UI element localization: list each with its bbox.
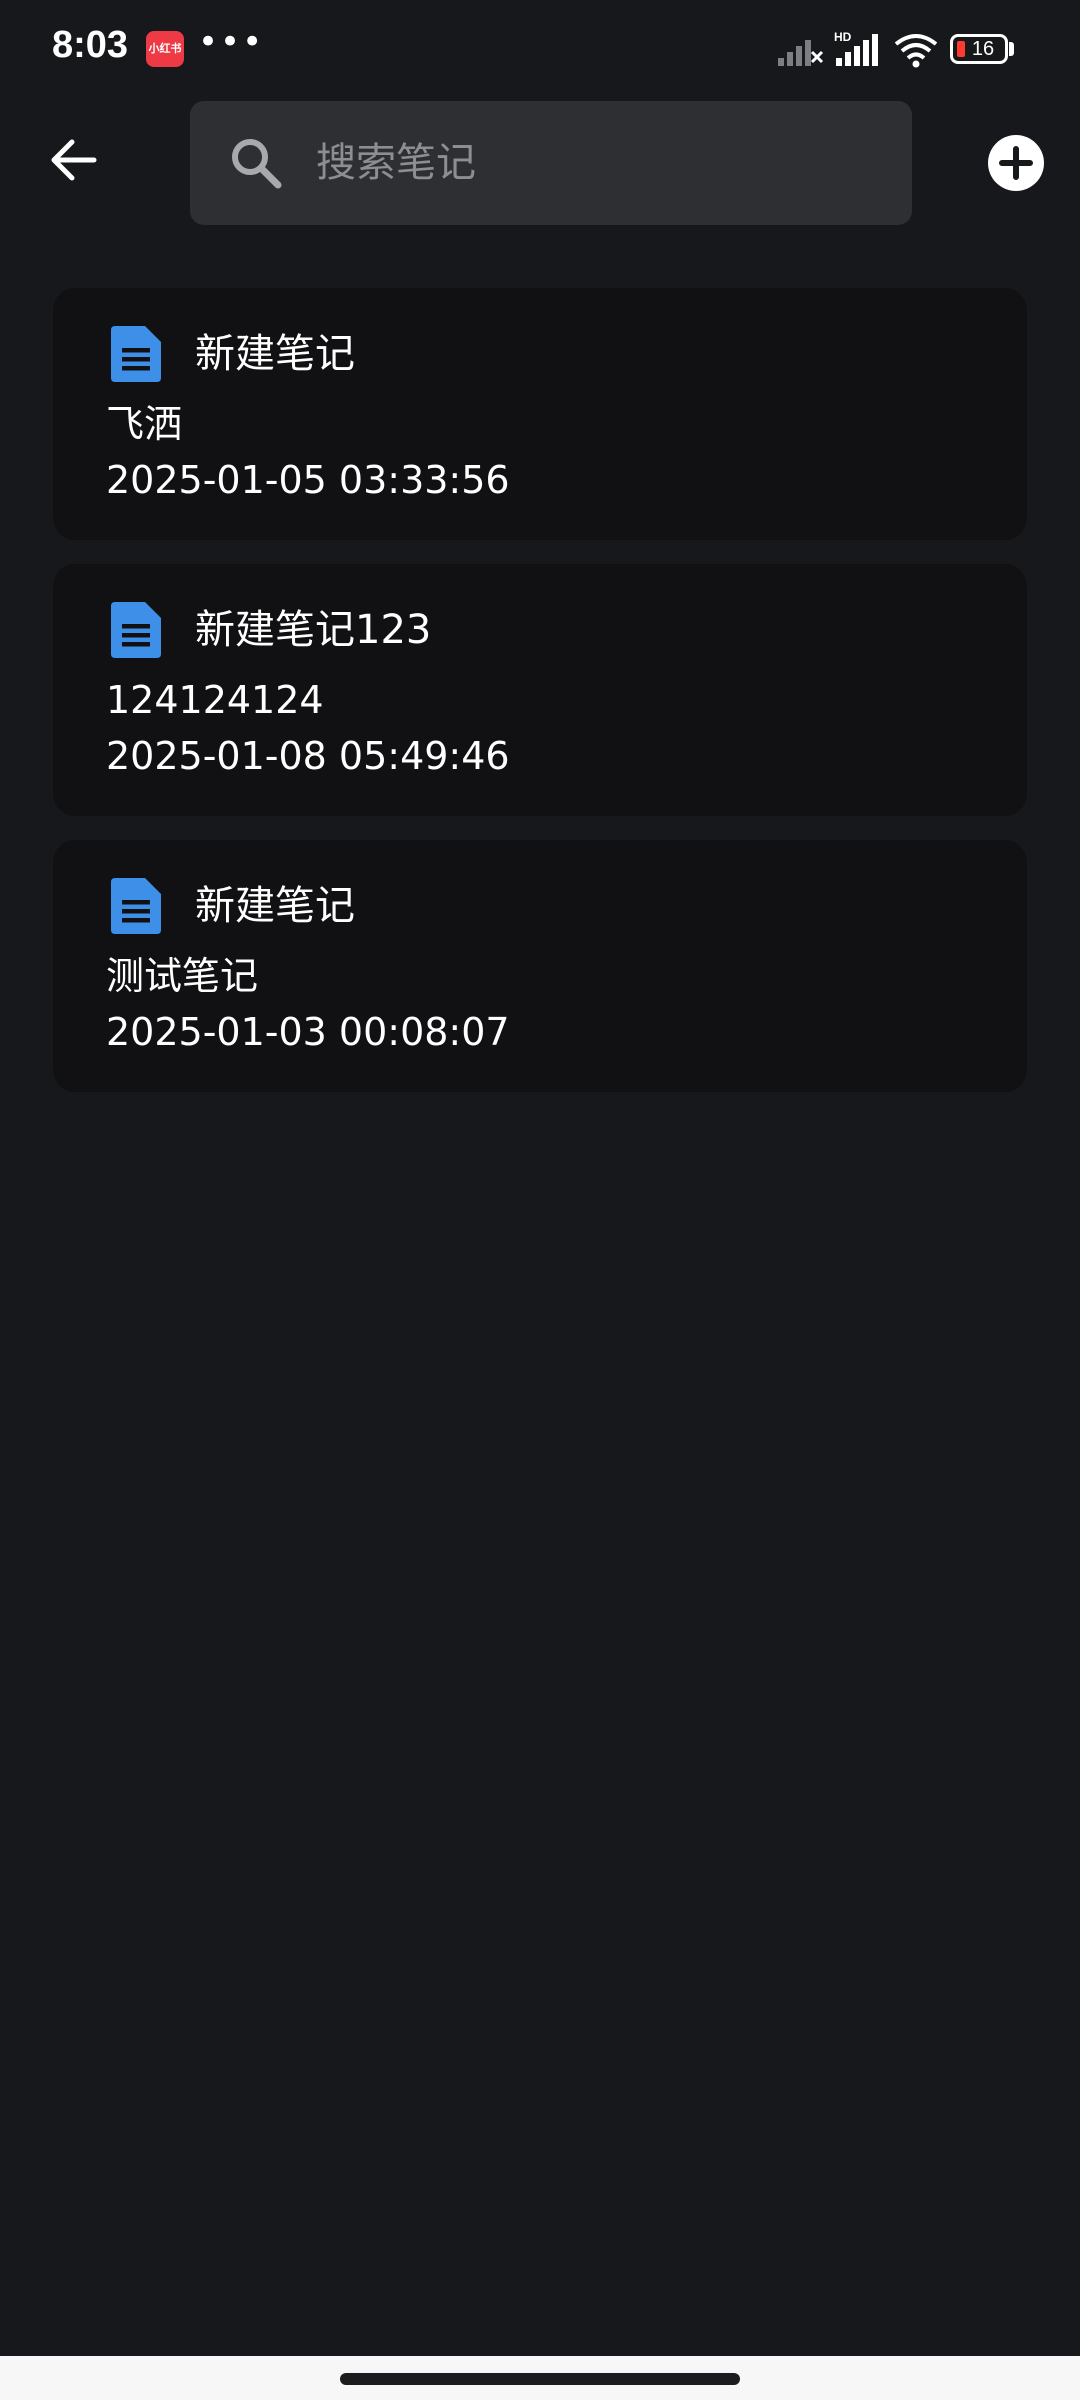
document-icon	[111, 878, 161, 934]
document-icon	[111, 602, 161, 658]
battery-indicator: 16	[950, 34, 1008, 64]
note-card[interactable]: 新建笔记 飞洒 2025-01-05 03:33:56	[53, 288, 1027, 540]
status-bar: 8:03 小红书 ••• HD 16	[0, 0, 1080, 100]
battery-level: 16	[971, 38, 995, 60]
svg-text:HD: HD	[834, 30, 852, 44]
note-title: 新建笔记	[195, 331, 355, 377]
note-list: 新建笔记 飞洒 2025-01-05 03:33:56 新建笔记123 1241…	[53, 288, 1027, 1116]
plus-icon	[999, 146, 1033, 180]
app-notification-icon: 小红书	[146, 31, 184, 67]
signal-weak-icon	[778, 40, 824, 66]
note-title: 新建笔记123	[195, 607, 432, 653]
battery-cap	[1009, 42, 1014, 56]
note-date: 2025-01-08 05:49:46	[106, 734, 510, 778]
status-time: 8:03	[52, 24, 129, 66]
add-note-button[interactable]	[988, 135, 1044, 191]
note-content: 飞洒	[106, 402, 183, 446]
document-icon	[111, 326, 161, 382]
note-title: 新建笔记	[195, 883, 355, 929]
note-date: 2025-01-05 03:33:56	[106, 458, 510, 502]
search-bar[interactable]	[190, 101, 912, 225]
note-content: 124124124	[106, 678, 324, 722]
more-notifications-icon: •••	[198, 22, 265, 62]
signal-hd-icon: HD	[834, 30, 878, 66]
note-date: 2025-01-03 00:08:07	[106, 1010, 510, 1054]
wifi-icon	[894, 34, 938, 68]
arrow-left-icon	[51, 139, 97, 181]
search-icon	[232, 139, 282, 189]
search-input[interactable]	[316, 101, 876, 225]
note-card[interactable]: 新建笔记123 124124124 2025-01-08 05:49:46	[53, 564, 1027, 816]
back-button[interactable]	[42, 128, 106, 192]
note-content: 测试笔记	[106, 954, 259, 998]
home-indicator[interactable]	[340, 2373, 740, 2385]
note-card[interactable]: 新建笔记 测试笔记 2025-01-03 00:08:07	[53, 840, 1027, 1092]
battery-level-fill	[957, 41, 965, 57]
